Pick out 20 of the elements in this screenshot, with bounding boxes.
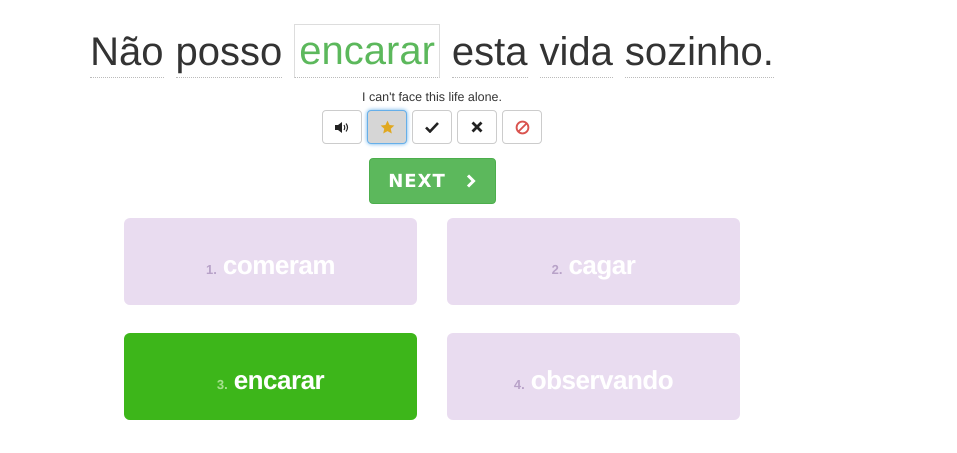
answer-word: encarar bbox=[294, 24, 440, 78]
next-button[interactable]: NEXT bbox=[368, 158, 496, 204]
chevron-right-icon bbox=[466, 174, 476, 188]
sentence-word: sozinho. bbox=[624, 27, 774, 78]
sentence-word: Não bbox=[90, 27, 164, 78]
close-icon bbox=[471, 121, 483, 133]
speaker-button[interactable] bbox=[322, 110, 362, 144]
speaker-icon bbox=[335, 122, 349, 132]
star-icon bbox=[380, 120, 394, 134]
translation-text: I can't face this life alone. bbox=[362, 90, 502, 104]
star-button[interactable] bbox=[367, 110, 407, 144]
check-icon bbox=[425, 121, 439, 133]
confirm-button[interactable] bbox=[412, 110, 452, 144]
answer-option[interactable]: 3. encarar bbox=[124, 333, 417, 420]
ban-icon bbox=[514, 120, 530, 134]
cross-button[interactable] bbox=[457, 110, 497, 144]
sentence-word: vida bbox=[540, 27, 613, 78]
ban-button[interactable] bbox=[502, 110, 542, 144]
sentence-word: esta bbox=[452, 27, 528, 78]
sentence-word: posso bbox=[176, 27, 282, 78]
